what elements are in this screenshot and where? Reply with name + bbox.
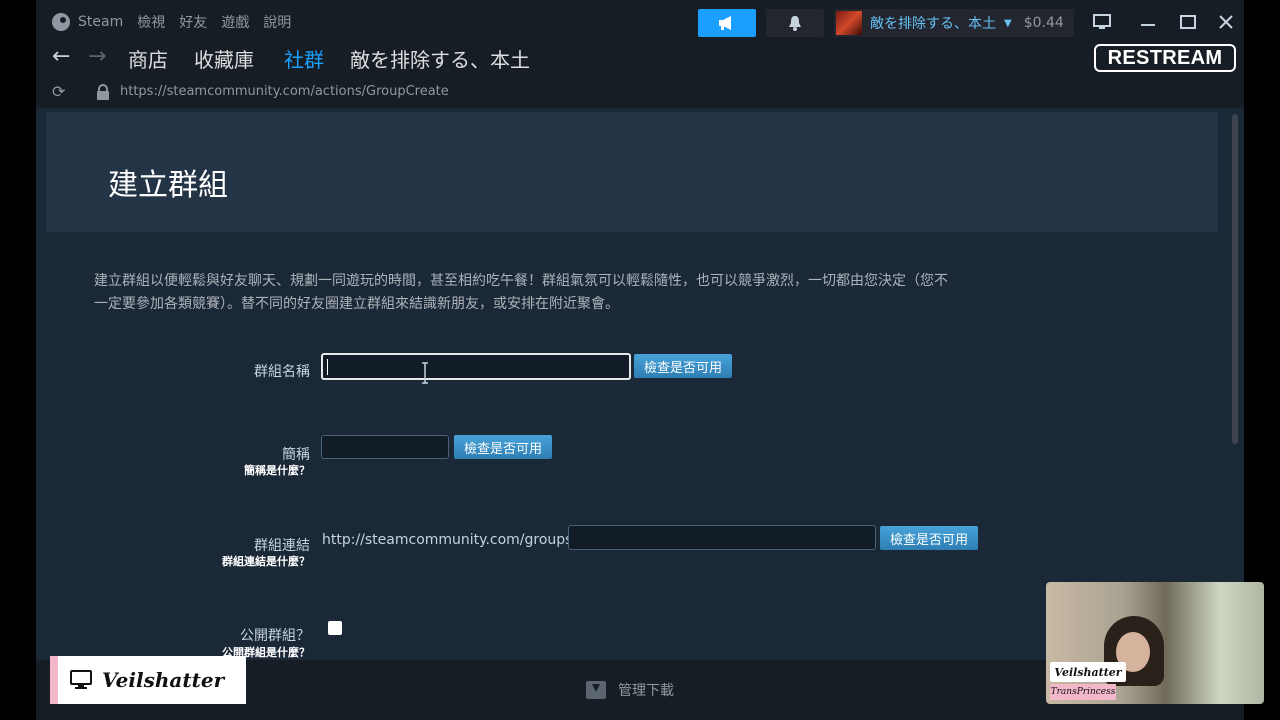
group-link-check-button[interactable]: 檢查是否可用 [880, 526, 978, 550]
close-icon [1219, 15, 1233, 29]
abbreviation-check-button[interactable]: 檢查是否可用 [454, 435, 552, 459]
manage-downloads-button[interactable]: 管理下載 [586, 680, 674, 700]
address-bar: ⟳ https://steamcommunity.com/actions/Gro… [36, 76, 1244, 108]
group-link-label: 群組連結 [254, 538, 310, 554]
group-name-check-button[interactable]: 檢查是否可用 [634, 354, 732, 378]
menu-bar: Steam 檢視 好友 遊戲 說明 [52, 12, 291, 32]
ibeam-cursor-icon [422, 362, 428, 384]
avatar [836, 11, 862, 35]
abbreviation-help-link[interactable]: 簡稱是什麼？ [166, 462, 310, 478]
big-picture-button[interactable] [1088, 10, 1116, 34]
page-header: 建立群組 [46, 112, 1218, 232]
minimize-icon [1141, 24, 1155, 26]
restream-logo: RESTREAM [1094, 44, 1236, 72]
menu-help[interactable]: 說明 [263, 12, 291, 32]
group-link-help-link[interactable]: 群組連結是什麼？ [146, 553, 310, 569]
text-cursor [327, 359, 328, 375]
bell-icon [789, 16, 801, 31]
webcam-subtag: TransPrincess [1050, 684, 1116, 700]
navigation-row: ← → 商店 收藏庫 社群 敵を排除する、本土 RESTREAM [36, 42, 1244, 80]
account-menu[interactable]: 敵を排除する、本土 ▼ $0.44 [834, 9, 1074, 37]
menu-view[interactable]: 檢視 [137, 12, 165, 32]
stream-brand-overlay: Veilshatter [50, 656, 246, 704]
minimize-button[interactable] [1134, 10, 1162, 34]
megaphone-icon [719, 16, 731, 30]
announcements-button[interactable] [698, 9, 756, 37]
tab-profile[interactable]: 敵を排除する、本土 [350, 44, 530, 73]
chevron-down-icon: ▼ [1004, 17, 1012, 29]
tab-store[interactable]: 商店 [128, 44, 168, 73]
manage-downloads-label: 管理下載 [618, 683, 674, 699]
wallet-balance: $0.44 [1023, 15, 1064, 31]
group-name-label: 群組名稱 [254, 364, 310, 380]
page-description: 建立群組以便輕鬆與好友聊天、規劃一同遊玩的時間，甚至相約吃午餐！群組氣氛可以輕鬆… [94, 273, 948, 312]
webcam-overlay: Veilshatter TransPrincess [1046, 582, 1264, 704]
maximize-icon [1180, 15, 1196, 29]
back-arrow-icon[interactable]: ← [52, 44, 70, 69]
abbreviation-input[interactable] [321, 435, 449, 459]
download-icon [586, 681, 606, 699]
tab-community[interactable]: 社群 [284, 44, 324, 80]
tab-library[interactable]: 收藏庫 [194, 44, 254, 73]
notifications-button[interactable] [766, 9, 824, 37]
url-text[interactable]: https://steamcommunity.com/actions/Group… [120, 84, 449, 99]
overlay-accent-strip [50, 656, 58, 704]
reload-icon[interactable]: ⟳ [52, 82, 65, 101]
group-link-input[interactable] [568, 525, 876, 550]
public-group-label: 公開群組？ [240, 628, 310, 644]
scrollbar[interactable] [1232, 114, 1238, 444]
menu-games[interactable]: 遊戲 [221, 12, 249, 32]
maximize-button[interactable] [1174, 10, 1202, 34]
monitor-icon [1093, 14, 1111, 29]
steam-logo-icon [52, 13, 70, 31]
account-name: 敵を排除する、本土 [870, 16, 996, 32]
public-group-checkbox[interactable] [328, 621, 342, 635]
monitor-icon [70, 670, 92, 689]
abbreviation-label: 簡稱 [282, 447, 310, 463]
lock-icon [97, 84, 109, 100]
title-bar: Steam 檢視 好友 遊戲 說明 敵を排除する、本土 ▼ $0.44 [36, 0, 1244, 42]
brand-name: Veilshatter [102, 668, 225, 692]
group-link-prefix: http://steamcommunity.com/groups/ [322, 532, 578, 548]
forward-arrow-icon[interactable]: → [88, 44, 106, 69]
webcam-name-tag: Veilshatter [1050, 662, 1126, 682]
page-content: 建立群組 建立群組以便輕鬆與好友聊天、規劃一同遊玩的時間，甚至相約吃午餐！群組氣… [36, 108, 1244, 660]
menu-steam[interactable]: Steam [78, 14, 123, 30]
menu-friends[interactable]: 好友 [179, 12, 207, 32]
close-button[interactable] [1212, 10, 1240, 34]
group-name-input[interactable] [321, 353, 631, 380]
page-title: 建立群組 [108, 168, 228, 203]
